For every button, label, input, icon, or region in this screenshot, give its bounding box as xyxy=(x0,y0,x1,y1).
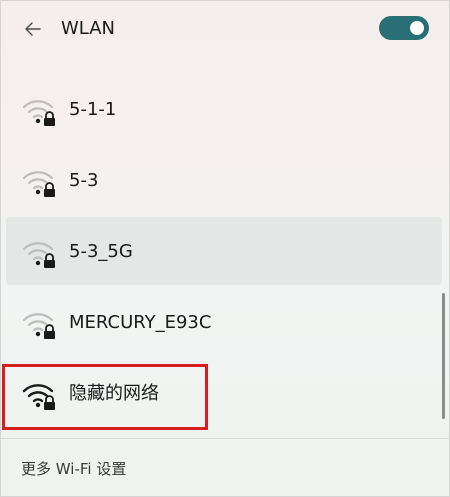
arrow-left-icon xyxy=(25,22,41,36)
back-button[interactable] xyxy=(17,13,49,45)
wifi-lock-icon xyxy=(22,313,55,339)
page-title: WLAN xyxy=(61,18,116,39)
panel-footer: 更多 Wi-Fi 设置 xyxy=(1,439,449,496)
wifi-lock-icon xyxy=(22,242,55,268)
network-item[interactable]: 5-3 xyxy=(6,146,442,214)
network-item[interactable]: 5-3_5G xyxy=(6,217,442,285)
network-name: 5-3_5G xyxy=(69,241,133,262)
wifi-lock-icon xyxy=(22,100,55,126)
network-list: 5-1-1 5-3 5-3_5G MERCURY_E93C 隐藏的网络 xyxy=(6,75,442,430)
toggle-knob xyxy=(410,21,424,35)
network-name: MERCURY_E93C xyxy=(69,312,212,333)
wlan-panel: WLAN 5-1-1 5-3 5-3_5G MERCURY_E93C 隐藏的网络… xyxy=(0,0,450,497)
network-name: 5-1-1 xyxy=(69,99,117,120)
wlan-toggle[interactable] xyxy=(379,16,429,40)
more-wifi-settings-link[interactable]: 更多 Wi-Fi 设置 xyxy=(21,459,126,479)
network-item[interactable]: MERCURY_E93C xyxy=(6,288,442,356)
wifi-lock-icon xyxy=(22,384,55,410)
network-item-hidden[interactable]: 隐藏的网络 xyxy=(6,359,442,427)
network-item[interactable]: 5-1-1 xyxy=(6,75,442,143)
network-name: 隐藏的网络 xyxy=(69,383,159,404)
scrollbar-thumb[interactable] xyxy=(442,293,445,419)
network-name: 5-3 xyxy=(69,170,99,191)
wifi-lock-icon xyxy=(22,171,55,197)
panel-header: WLAN xyxy=(1,1,449,57)
